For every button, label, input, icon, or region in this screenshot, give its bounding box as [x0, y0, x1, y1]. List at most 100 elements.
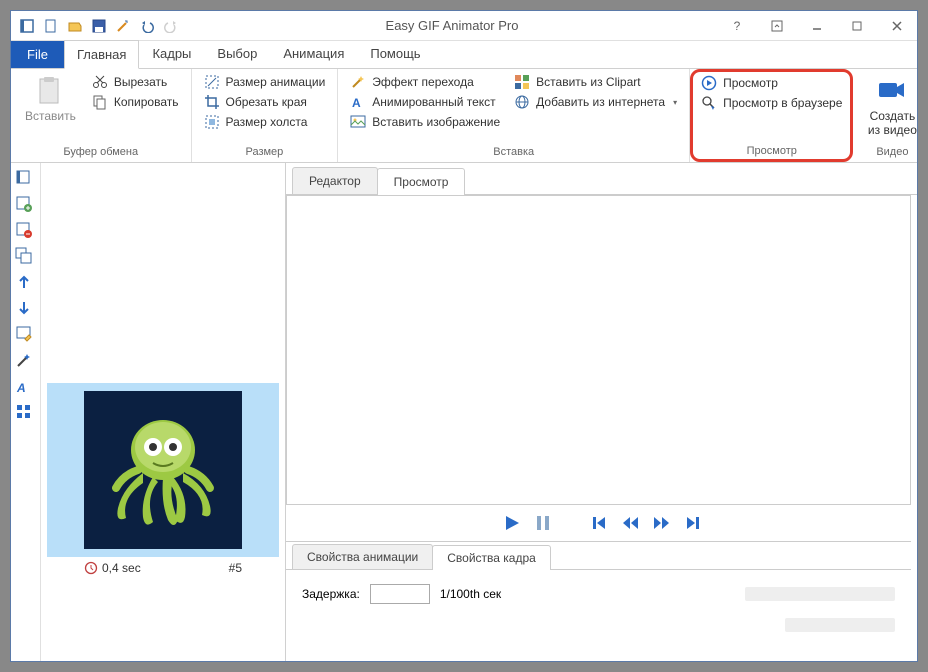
group-insert: Эффект перехода AАнимированный текст Вст… [338, 69, 690, 162]
frame-duration: 0,4 sec [102, 561, 141, 575]
maximize-button[interactable] [837, 11, 877, 41]
scissors-icon [92, 74, 108, 90]
paste-icon [34, 75, 66, 107]
copy-button[interactable]: Копировать [88, 93, 183, 111]
text-tool-icon[interactable]: A [15, 377, 35, 397]
placeholder-bar [745, 587, 895, 601]
resize-icon [204, 74, 220, 90]
undo-icon[interactable] [139, 18, 155, 34]
file-tab[interactable]: File [11, 41, 64, 68]
wand-icon [350, 74, 366, 90]
frame-info-bar: 0,4 sec #5 [76, 557, 250, 579]
anim-text-button[interactable]: AАнимированный текст [346, 93, 504, 111]
last-frame-icon[interactable] [685, 515, 701, 531]
insert-image-button[interactable]: Вставить изображение [346, 113, 504, 131]
delay-unit: 1/100th сек [440, 587, 501, 601]
move-up-icon[interactable] [15, 273, 35, 293]
effects-icon[interactable] [15, 351, 35, 371]
main-window: Easy GIF Animator Pro ? File Главная Кад… [10, 10, 918, 662]
placeholder-bar [785, 618, 895, 632]
left-toolbar: A [11, 163, 41, 661]
clock-icon [84, 561, 98, 575]
edit-frame-icon[interactable] [15, 325, 35, 345]
paste-button[interactable]: Вставить [19, 73, 82, 144]
clipboard-group-label: Буфер обмена [19, 144, 183, 158]
tab-frames[interactable]: Кадры [139, 39, 204, 68]
delete-frame-icon[interactable] [15, 221, 35, 241]
ribbon-tabbar: File Главная Кадры Выбор Анимация Помощь [11, 41, 917, 69]
duplicate-frame-icon[interactable] [15, 247, 35, 267]
first-frame-icon[interactable] [591, 515, 607, 531]
new-icon[interactable] [43, 18, 59, 34]
ribbon: Вставить Вырезать Копировать Буфер обмен… [11, 69, 917, 163]
frame-number: #5 [229, 561, 242, 575]
preview-tab[interactable]: Просмотр [377, 168, 466, 195]
frames-panel: 0,4 sec #5 [41, 163, 285, 661]
cut-button[interactable]: Вырезать [88, 73, 183, 91]
video-icon [876, 75, 908, 107]
save-icon[interactable] [91, 18, 107, 34]
group-video: Создать из видео Видео [853, 69, 928, 162]
create-from-video-button[interactable]: Создать из видео [861, 73, 923, 144]
properties-panel: Свойства анимации Свойства кадра Задержк… [286, 541, 911, 661]
crop-button[interactable]: Обрезать края [200, 93, 330, 111]
delay-input[interactable] [370, 584, 430, 604]
group-preview: Просмотр Просмотр в браузере Просмотр [690, 69, 853, 162]
clipart-button[interactable]: Вставить из Clipart [510, 73, 681, 91]
preview-group-label: Просмотр [697, 143, 846, 157]
open-icon[interactable] [67, 18, 83, 34]
add-frame-icon[interactable] [15, 169, 35, 189]
tab-selection[interactable]: Выбор [204, 39, 270, 68]
preview-browser-button[interactable]: Просмотр в браузере [697, 94, 846, 112]
minimize-button[interactable] [797, 11, 837, 41]
video-label: Создать из видео [867, 109, 917, 138]
tab-home[interactable]: Главная [64, 40, 139, 69]
dropdown-icon: ▾ [673, 98, 677, 107]
canvas-size-button[interactable]: Размер холста [200, 113, 330, 131]
next-frame-icon[interactable] [653, 515, 671, 531]
window-controls: ? [717, 11, 917, 41]
close-button[interactable] [877, 11, 917, 41]
text-a-icon: A [350, 94, 366, 110]
canvas-icon [204, 114, 220, 130]
titlebar: Easy GIF Animator Pro ? [11, 11, 917, 41]
wizard-icon[interactable] [115, 18, 131, 34]
frame-props-tab[interactable]: Свойства кадра [432, 545, 551, 570]
paste-label: Вставить [25, 109, 76, 123]
image-icon [350, 114, 366, 130]
ribbon-toggle-icon[interactable] [757, 11, 797, 41]
help-icon[interactable]: ? [717, 11, 757, 41]
group-clipboard: Вставить Вырезать Копировать Буфер обмен… [11, 69, 192, 162]
crop-icon [204, 94, 220, 110]
props-tabs: Свойства анимации Свойства кадра [286, 542, 911, 570]
app-icon [19, 18, 35, 34]
transition-button[interactable]: Эффект перехода [346, 73, 504, 91]
preview-button[interactable]: Просмотр [697, 74, 846, 92]
frame-thumbnail [84, 391, 242, 549]
tab-help[interactable]: Помощь [357, 39, 433, 68]
pause-icon[interactable] [535, 514, 551, 532]
insert-group-label: Вставка [346, 144, 681, 158]
video-group-label: Видео [861, 144, 923, 158]
editor-tab[interactable]: Редактор [292, 167, 378, 194]
frame-item[interactable] [47, 383, 279, 557]
redo-icon[interactable] [163, 18, 179, 34]
editor-tabs: Редактор Просмотр [286, 163, 917, 195]
anim-size-button[interactable]: Размер анимации [200, 73, 330, 91]
main-area: A [11, 163, 917, 661]
prev-frame-icon[interactable] [621, 515, 639, 531]
props-body: Задержка: 1/100th сек [286, 570, 911, 618]
grid-icon[interactable] [15, 403, 35, 423]
delay-label: Задержка: [302, 587, 360, 601]
octopus-image [98, 405, 228, 535]
tab-animation[interactable]: Анимация [270, 39, 357, 68]
editor-panel: Редактор Просмотр Свойства анимации Свой… [285, 163, 917, 661]
clipart-icon [514, 74, 530, 90]
insert-frame-icon[interactable] [15, 195, 35, 215]
frames-list[interactable]: 0,4 sec #5 [41, 163, 285, 661]
preview-canvas [286, 195, 911, 505]
play-icon[interactable] [503, 514, 521, 532]
move-down-icon[interactable] [15, 299, 35, 319]
internet-button[interactable]: Добавить из интернета▾ [510, 93, 681, 111]
anim-props-tab[interactable]: Свойства анимации [292, 544, 433, 569]
